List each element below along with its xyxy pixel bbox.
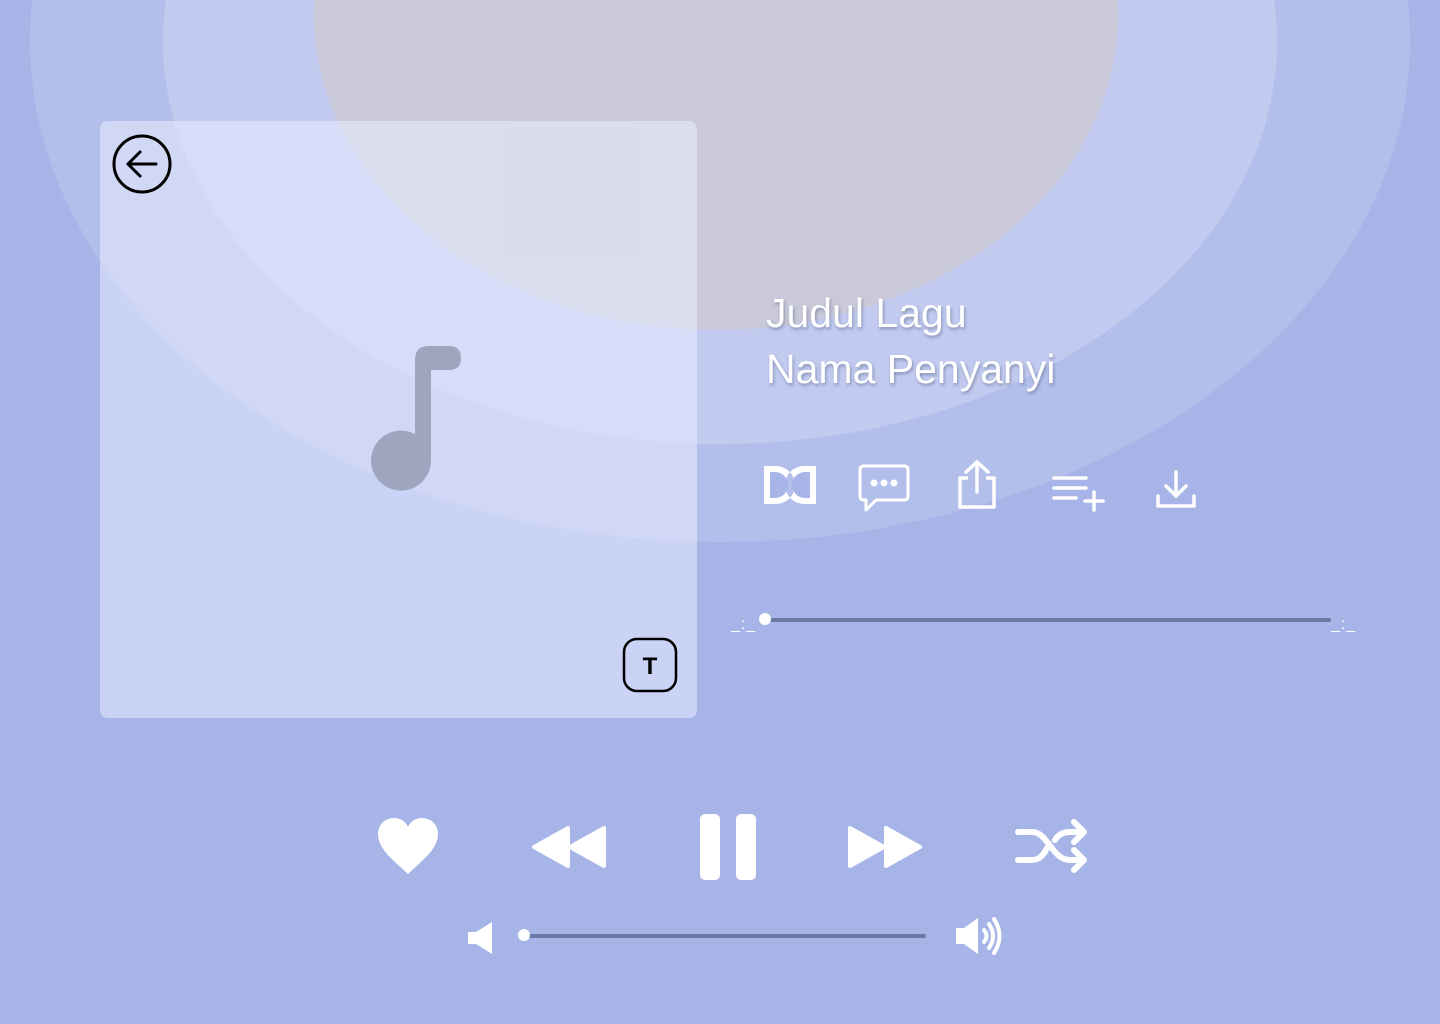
volume-knob[interactable] <box>518 929 530 941</box>
text-toggle-button[interactable]: T <box>622 637 678 693</box>
next-icon[interactable] <box>848 822 922 872</box>
heart-icon[interactable] <box>376 814 440 878</box>
previous-icon[interactable] <box>532 822 606 872</box>
progress-knob[interactable] <box>759 613 771 625</box>
progress-track[interactable] <box>765 618 1331 622</box>
music-note-icon <box>371 346 461 491</box>
share-icon[interactable] <box>954 458 1000 510</box>
download-icon[interactable] <box>1152 468 1200 512</box>
add-to-queue-icon[interactable] <box>1050 472 1106 512</box>
volume-track[interactable] <box>524 934 926 938</box>
text-toggle-icon: T <box>622 637 678 693</box>
volume-low-icon[interactable] <box>464 920 498 956</box>
artist-name: Nama Penyanyi <box>766 346 1056 392</box>
song-title: Judul Lagu <box>766 290 967 336</box>
pause-icon[interactable] <box>698 812 758 882</box>
volume-high-icon[interactable] <box>954 914 1006 958</box>
lyrics-icon[interactable] <box>858 462 910 516</box>
current-time: _:_ <box>731 616 757 633</box>
shuffle-icon[interactable] <box>1014 814 1088 878</box>
text-toggle-label: T <box>643 653 658 680</box>
duration-time: _:_ <box>1331 616 1357 633</box>
back-arrow-icon[interactable] <box>111 133 173 195</box>
dolby-icon[interactable] <box>764 464 816 506</box>
